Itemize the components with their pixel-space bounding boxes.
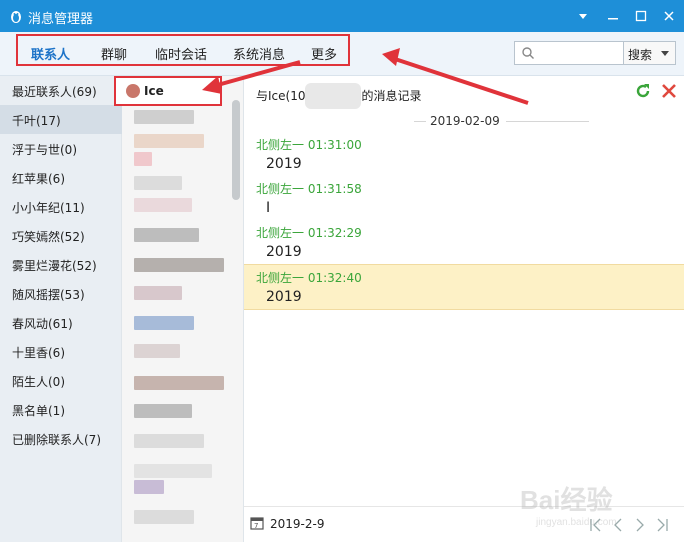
- watermark: Bai经验 jingyan.baidu.com: [520, 480, 617, 528]
- watermark-brand: Bai经验: [520, 485, 613, 515]
- annotation-arrows: [202, 48, 529, 105]
- watermark-url: jingyan.baidu.com: [536, 517, 617, 528]
